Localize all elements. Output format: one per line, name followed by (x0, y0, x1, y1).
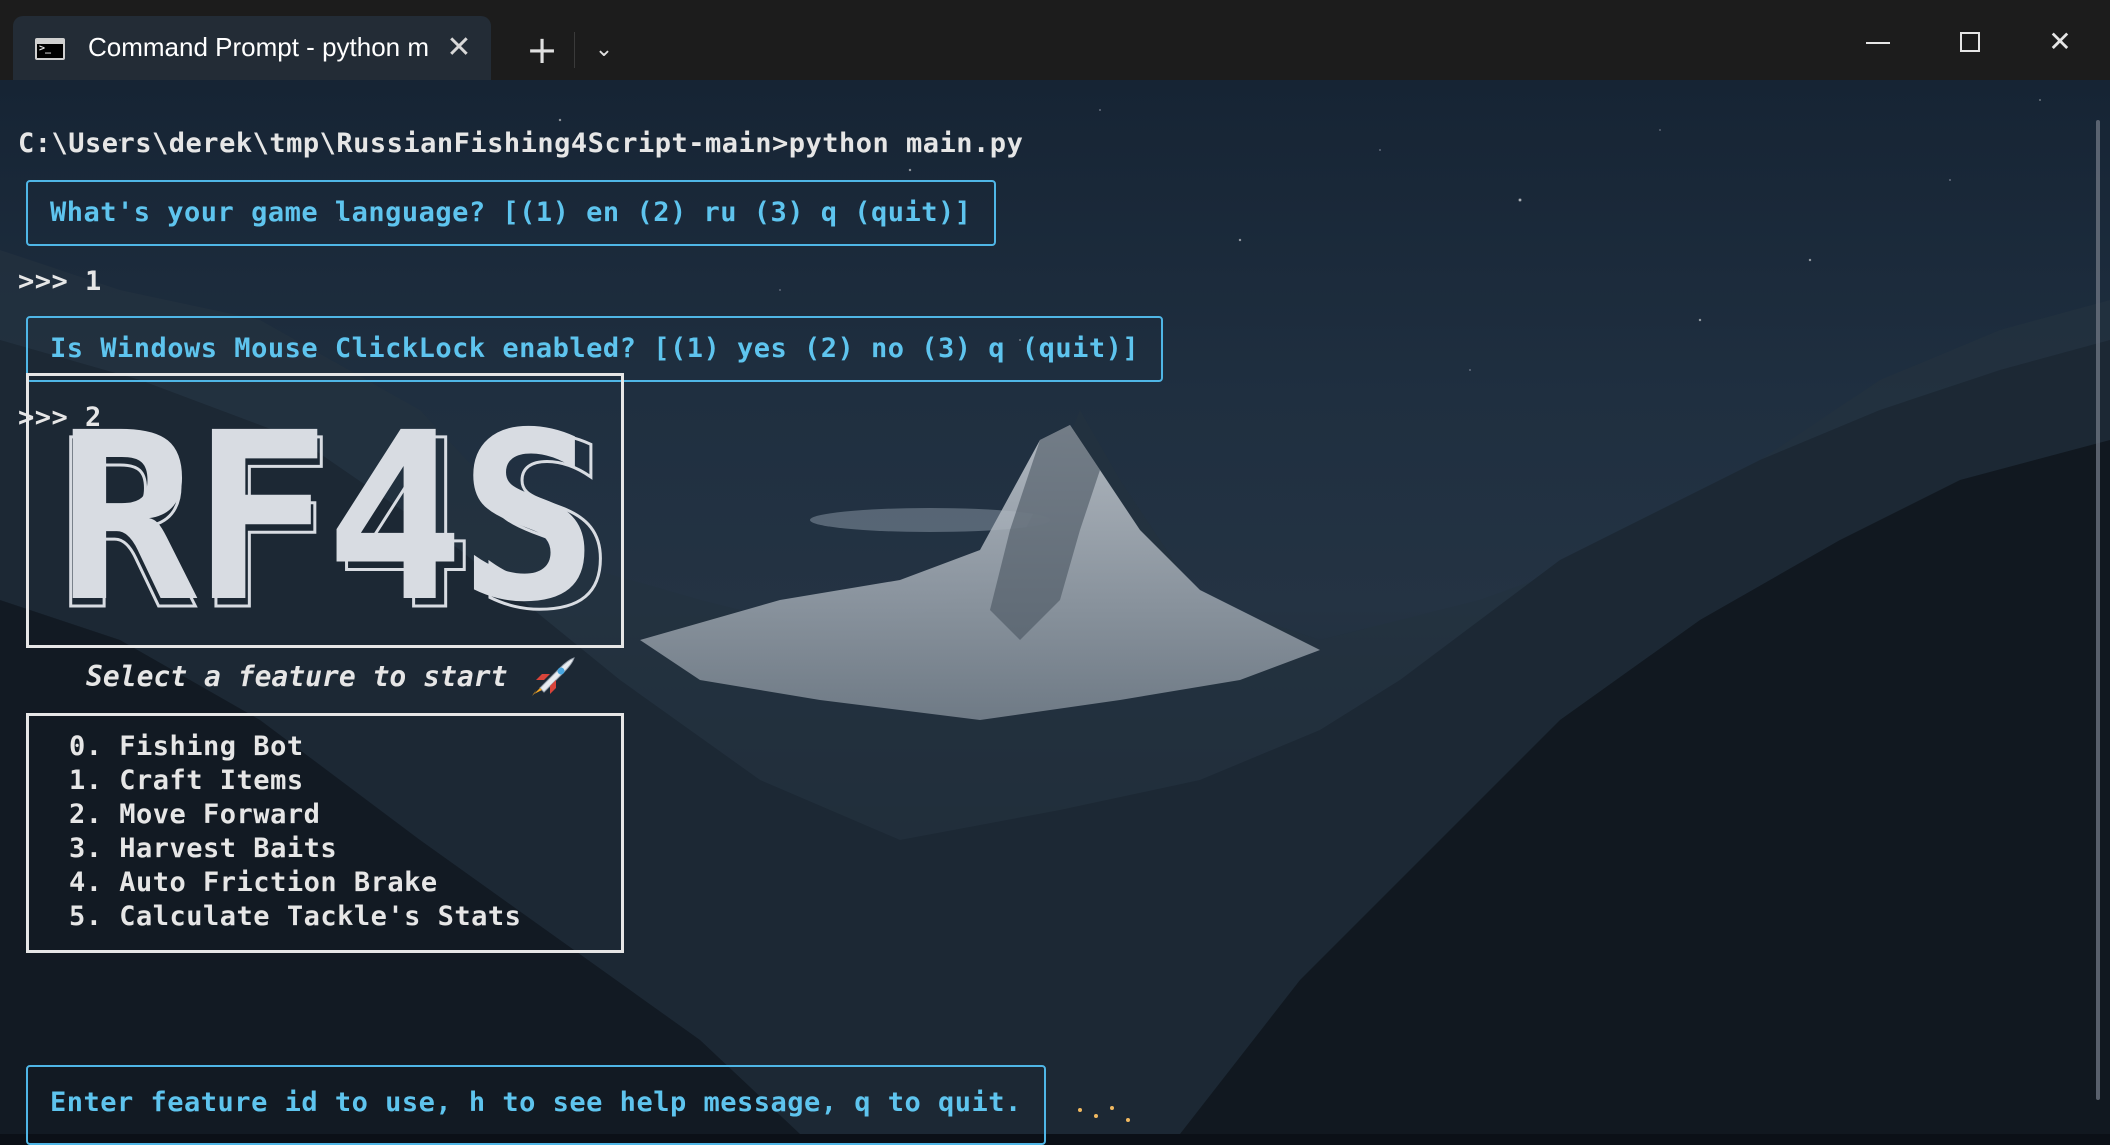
rocket-icon (532, 657, 575, 696)
language-prompt: What's your game language? [(1) en (2) r… (26, 180, 996, 246)
maximize-icon (1960, 32, 1980, 52)
close-window-button[interactable]: ✕ (2030, 20, 2090, 64)
menu-item-fishing-bot: 0. Fishing Bot (69, 731, 304, 762)
titlebar-separator (574, 32, 575, 68)
tagline: Select a feature to start (86, 660, 508, 693)
chevron-down-icon[interactable]: ⌄ (584, 30, 624, 70)
terminal-icon (35, 38, 65, 60)
command-line: C:\Users\derek\tmp\RussianFishing4Script… (18, 128, 1024, 159)
menu-item-harvest-baits: 3. Harvest Baits (69, 833, 338, 864)
menu-item-auto-friction-brake: 4. Auto Friction Brake (69, 867, 438, 898)
minimize-icon (1866, 42, 1890, 44)
feature-menu: 0. Fishing Bot 1. Craft Items 2. Move Fo… (26, 713, 624, 953)
menu-item-move-forward: 2. Move Forward (69, 799, 321, 830)
scrollbar[interactable] (2096, 120, 2100, 1100)
title-bar: Command Prompt - python main.py ✕ + ⌄ ✕ (0, 0, 2110, 80)
feature-input-prompt: Enter feature id to use, h to see help m… (26, 1065, 1046, 1145)
menu-item-calculate-stats: 5. Calculate Tackle's Stats (69, 901, 522, 932)
maximize-button[interactable] (1940, 20, 2000, 64)
tab-command-prompt[interactable]: Command Prompt - python main.py ✕ (13, 16, 491, 80)
rf4s-logo: RF4S RF4S (54, 383, 616, 663)
logo-text: RF4S (58, 383, 593, 645)
tab-title: Command Prompt - python main.py (88, 32, 428, 62)
new-tab-button[interactable]: + (520, 28, 564, 72)
minimize-button[interactable] (1848, 20, 1908, 64)
logo-panel: RF4S RF4S (26, 373, 624, 663)
language-answer: >>> 1 (18, 266, 102, 297)
close-tab-icon[interactable]: ✕ (441, 30, 477, 66)
menu-item-craft-items: 1. Craft Items (69, 765, 304, 796)
